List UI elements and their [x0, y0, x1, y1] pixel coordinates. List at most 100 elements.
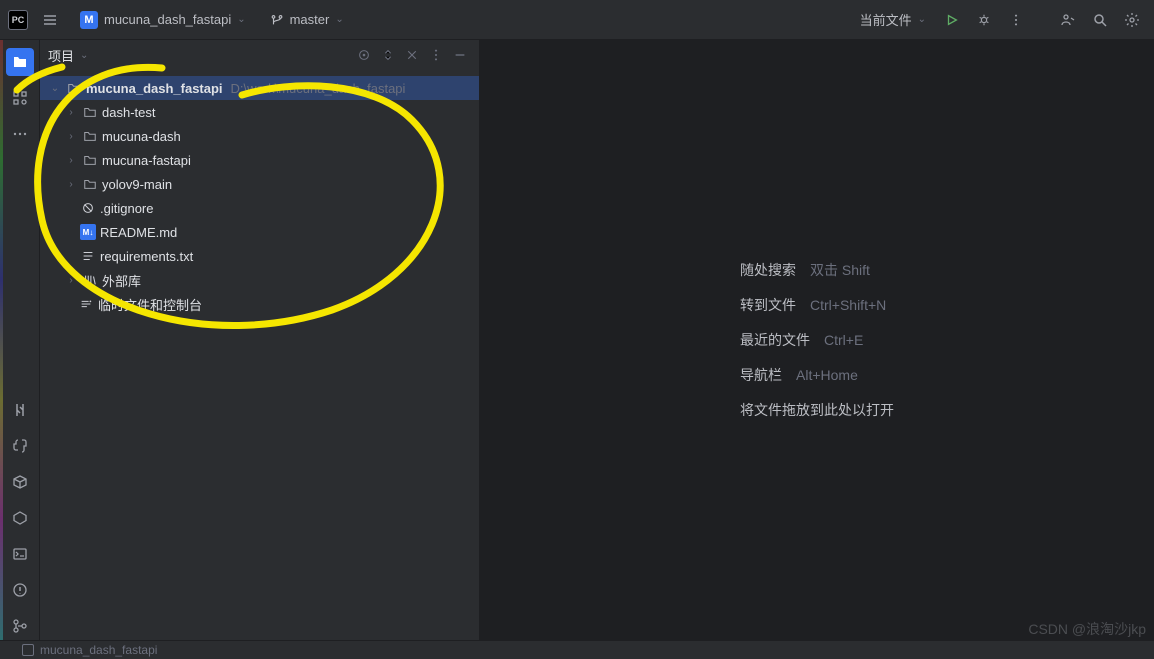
folder-icon [82, 104, 98, 120]
hint-shortcut: 双击 Shift [810, 260, 870, 280]
tree-label: README.md [100, 225, 177, 240]
tree-label: .gitignore [100, 201, 153, 216]
welcome-hints: 随处搜索 双击 Shift 转到文件 Ctrl+Shift+N 最近的文件 Ct… [740, 260, 894, 420]
main-wrap: 项目 ⌄ ⌄ mucuna_dash_fastapi D:\work\mucun… [0, 40, 1154, 640]
project-tree: ⌄ mucuna_dash_fastapi D:\work\mucuna_das… [40, 70, 479, 322]
problems-tool-button[interactable] [6, 576, 34, 604]
tree-label: mucuna-fastapi [102, 153, 191, 168]
panel-header: 项目 ⌄ [40, 40, 479, 70]
folder-icon [82, 152, 98, 168]
vcs-tool-button[interactable] [6, 612, 34, 640]
tree-folder[interactable]: › mucuna-fastapi [40, 148, 479, 172]
run-config-label: 当前文件 [860, 10, 912, 29]
left-edge-decoration [0, 40, 3, 640]
hint-nav-bar: 导航栏 Alt+Home [740, 365, 894, 385]
project-selector[interactable]: M mucuna_dash_fastapi ⌄ [72, 7, 254, 33]
structure-tool-button[interactable] [6, 84, 34, 112]
tree-root-path: D:\work\mucuna_dash_fastapi [231, 81, 406, 96]
tree-folder[interactable]: › yolov9-main [40, 172, 479, 196]
chevron-down-icon: ⌄ [335, 14, 343, 25]
folder-icon [82, 176, 98, 192]
hint-shortcut: Ctrl+E [824, 332, 863, 348]
expand-arrow-icon[interactable]: › [64, 275, 78, 286]
scratch-icon [78, 296, 94, 312]
folder-icon [82, 128, 98, 144]
git-tool-button[interactable] [6, 396, 34, 424]
tree-root-name: mucuna_dash_fastapi [86, 81, 223, 96]
expand-arrow-icon[interactable]: › [64, 131, 78, 142]
tree-folder[interactable]: › dash-test [40, 100, 479, 124]
watermark: CSDN @浪淘沙jkp [1028, 619, 1146, 639]
chevron-down-icon[interactable]: ⌄ [80, 50, 88, 61]
tree-file-gitignore[interactable]: .gitignore [40, 196, 479, 220]
main-menu-icon[interactable] [36, 6, 64, 34]
panel-title: 项目 [48, 46, 74, 65]
hint-drop-files: 将文件拖放到此处以打开 [740, 400, 894, 420]
run-button[interactable] [938, 6, 966, 34]
packages-tool-button[interactable] [6, 468, 34, 496]
tree-folder[interactable]: › mucuna-dash [40, 124, 479, 148]
minimize-icon[interactable] [449, 44, 471, 66]
hint-search-everywhere: 随处搜索 双击 Shift [740, 260, 894, 280]
hint-recent-files: 最近的文件 Ctrl+E [740, 330, 894, 350]
module-icon: M [80, 11, 98, 29]
status-bar: mucuna_dash_fastapi [0, 641, 1154, 659]
branch-icon [270, 13, 284, 27]
locate-icon[interactable] [353, 44, 375, 66]
close-icon[interactable] [401, 44, 423, 66]
project-tool-button[interactable] [6, 48, 34, 76]
tree-root[interactable]: ⌄ mucuna_dash_fastapi D:\work\mucuna_das… [40, 76, 479, 100]
hint-label: 最近的文件 [740, 330, 810, 350]
more-actions-button[interactable] [1002, 6, 1030, 34]
search-icon[interactable] [1086, 6, 1114, 34]
run-config-selector[interactable]: 当前文件 ⌄ [852, 6, 934, 33]
tree-label: dash-test [102, 105, 155, 120]
tree-scratches[interactable]: 临时文件和控制台 [40, 292, 479, 316]
status-module-icon [22, 644, 34, 656]
status-text: mucuna_dash_fastapi [40, 643, 157, 657]
hint-label: 转到文件 [740, 295, 796, 315]
terminal-tool-button[interactable] [6, 540, 34, 568]
options-icon[interactable] [425, 44, 447, 66]
tree-external-libs[interactable]: › 外部库 [40, 268, 479, 292]
code-with-me-icon[interactable] [1054, 6, 1082, 34]
hint-shortcut: Ctrl+Shift+N [810, 297, 886, 313]
debug-button[interactable] [970, 6, 998, 34]
python-console-button[interactable] [6, 432, 34, 460]
expand-collapse-icon[interactable] [377, 44, 399, 66]
branch-selector[interactable]: master ⌄ [262, 8, 352, 31]
project-name: mucuna_dash_fastapi [104, 12, 231, 27]
chevron-down-icon: ⌄ [918, 14, 926, 25]
expand-arrow-icon[interactable]: › [64, 107, 78, 118]
chevron-down-icon: ⌄ [237, 14, 245, 25]
tree-file-readme[interactable]: M↓ README.md [40, 220, 479, 244]
tree-label: mucuna-dash [102, 129, 181, 144]
tree-label: yolov9-main [102, 177, 172, 192]
hint-goto-file: 转到文件 Ctrl+Shift+N [740, 295, 894, 315]
hint-label: 随处搜索 [740, 260, 796, 280]
markdown-icon: M↓ [80, 224, 96, 240]
expand-arrow-icon[interactable]: ⌄ [48, 83, 62, 94]
editor-area[interactable]: 随处搜索 双击 Shift 转到文件 Ctrl+Shift+N 最近的文件 Ct… [480, 40, 1154, 640]
project-panel: 项目 ⌄ ⌄ mucuna_dash_fastapi D:\work\mucun… [40, 40, 480, 640]
tree-label: 外部库 [102, 271, 141, 290]
hint-shortcut: Alt+Home [796, 367, 858, 383]
expand-arrow-icon[interactable]: › [64, 155, 78, 166]
gitignore-icon [80, 200, 96, 216]
settings-gear-icon[interactable] [1118, 6, 1146, 34]
hint-label: 将文件拖放到此处以打开 [740, 400, 894, 420]
more-tool-button[interactable] [6, 120, 34, 148]
expand-arrow-icon[interactable]: › [64, 179, 78, 190]
left-tool-rail [0, 40, 40, 640]
app-logo: PC [8, 10, 28, 30]
branch-name: master [290, 12, 330, 27]
folder-icon [66, 80, 82, 96]
tree-label: 临时文件和控制台 [98, 295, 202, 314]
text-file-icon [80, 248, 96, 264]
tree-file-requirements[interactable]: requirements.txt [40, 244, 479, 268]
title-bar: PC M mucuna_dash_fastapi ⌄ master ⌄ 当前文件… [0, 0, 1154, 40]
library-icon [82, 272, 98, 288]
tree-label: requirements.txt [100, 249, 193, 264]
hint-label: 导航栏 [740, 365, 782, 385]
services-tool-button[interactable] [6, 504, 34, 532]
